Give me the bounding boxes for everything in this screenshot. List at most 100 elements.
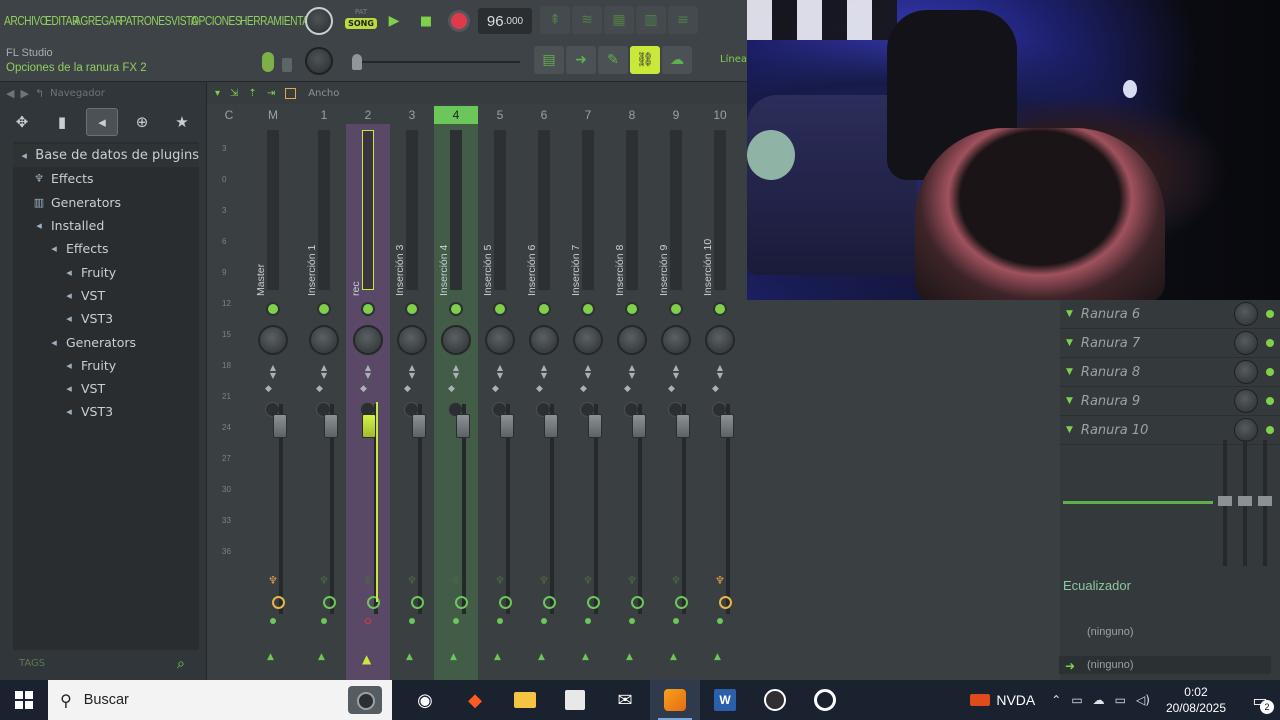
snap-icon[interactable]: ⇞ (540, 6, 570, 34)
strip-enable-led[interactable] (319, 304, 329, 314)
separation-icon[interactable]: ◆ (580, 384, 587, 394)
mixer-up-icon[interactable]: ⇡ (248, 88, 256, 99)
slot-enable-led[interactable] (1266, 426, 1274, 434)
taskbar-search-box[interactable]: ⚲ Buscar (48, 680, 392, 720)
latency-clock-icon[interactable] (272, 596, 285, 609)
tree-item-effects-vst3[interactable]: ◂ VST3 (13, 307, 199, 330)
pat-song-toggle[interactable]: PAT SONG (345, 8, 377, 36)
pan-knob[interactable] (353, 325, 383, 355)
arm-bulb-icon[interactable]: ♆ (268, 574, 278, 587)
volume-fader[interactable] (412, 414, 426, 438)
store-app[interactable] (550, 680, 600, 720)
strip-enable-led[interactable] (268, 304, 278, 314)
fx-slot-6[interactable]: ▼ Ranura 6 (1060, 300, 1280, 329)
stereo-arrows-icon[interactable]: ▲ ▼ (538, 364, 550, 380)
strip-name[interactable]: rec (350, 136, 362, 296)
mixer-strip-2[interactable]: 2 rec ▲ ▼ ◆ ♆ ▲ (346, 106, 390, 680)
strip-enable-led[interactable] (495, 304, 505, 314)
recorder-app[interactable] (800, 680, 850, 720)
strip-name[interactable]: Inserción 4 (438, 136, 450, 296)
send-arrow-icon[interactable]: ▲ (626, 652, 633, 662)
strip-enable-led[interactable] (363, 304, 373, 314)
pan-knob[interactable] (529, 325, 559, 355)
mixer-strip-1[interactable]: 1 Inserción 1 ▲ ▼ ◆ ♆ ▲ (302, 106, 346, 680)
stereo-arrows-icon[interactable]: ▲ ▼ (714, 364, 726, 380)
tree-item-installed[interactable]: ◂ Installed (13, 214, 199, 237)
record-arm-dot[interactable] (585, 618, 591, 624)
tree-item-generators-vst[interactable]: ◂ VST (13, 377, 199, 400)
arrow-right-icon[interactable]: ➜ (566, 46, 596, 74)
send-arrow-icon[interactable]: ▲ (362, 652, 371, 666)
separation-icon[interactable]: ◆ (265, 384, 272, 394)
strip-name[interactable]: Inserción 5 (482, 136, 494, 296)
strip-enable-led[interactable] (627, 304, 637, 314)
slot-mix-knob[interactable] (1234, 389, 1258, 413)
latency-clock-icon[interactable] (675, 596, 688, 609)
fx-slot-8[interactable]: ▼ Ranura 8 (1060, 358, 1280, 387)
record-arm-dot[interactable] (409, 618, 415, 624)
arm-bulb-icon[interactable]: ♆ (715, 574, 725, 587)
send-arrow-icon[interactable]: ▲ (450, 652, 457, 662)
search-highlight-icon[interactable] (348, 686, 382, 714)
separation-icon[interactable]: ◆ (712, 384, 719, 394)
pan-knob[interactable] (309, 325, 339, 355)
send-arrow-icon[interactable]: ▲ (714, 652, 721, 662)
chevron-up-icon[interactable]: ⌃ (1051, 693, 1061, 707)
pan-knob[interactable] (705, 325, 735, 355)
piano-roll-icon[interactable]: ▥ (636, 6, 666, 34)
strip-name[interactable]: Master (255, 136, 267, 296)
volume-fader[interactable] (676, 414, 690, 438)
pan-knob[interactable] (485, 325, 515, 355)
volume-fader[interactable] (588, 414, 602, 438)
arm-bulb-icon[interactable]: ♆ (407, 574, 417, 587)
strip-enable-led[interactable] (671, 304, 681, 314)
strip-name[interactable]: Inserción 7 (570, 136, 582, 296)
menu-agregar[interactable]: AGREGAR (74, 14, 122, 28)
send-arrow-icon[interactable]: ▲ (318, 652, 325, 662)
obs-app[interactable] (750, 680, 800, 720)
volume-fader[interactable] (362, 414, 376, 438)
tree-item-effects[interactable]: ♆ Effects (13, 167, 199, 190)
play-button[interactable]: ▶ (380, 8, 408, 34)
record-arm-dot[interactable] (541, 618, 547, 624)
arm-bulb-icon[interactable]: ♆ (319, 574, 329, 587)
mixer-strip-5[interactable]: 5 Inserción 5 ▲ ▼ ◆ ♆ ▲ (478, 106, 522, 680)
strip-name[interactable]: Inserción 9 (658, 136, 670, 296)
mixer-menu-arrow-icon[interactable]: ▾ (215, 88, 220, 99)
tempo-display[interactable]: 96.000 (478, 8, 532, 34)
volume-fader[interactable] (544, 414, 558, 438)
mail-app[interactable]: ✉ (600, 680, 650, 720)
tab-files-icon[interactable]: ▮ (46, 108, 78, 136)
menu-patrones[interactable]: PATRONES (120, 14, 171, 28)
device-icon[interactable]: ▭ (1071, 693, 1082, 707)
step-seq-icon[interactable]: ▦ (604, 6, 634, 34)
file-explorer-app[interactable] (500, 680, 550, 720)
send-arrow-icon[interactable]: ▲ (670, 652, 677, 662)
audio-input-select[interactable]: (ninguno) (1087, 626, 1133, 638)
arm-bulb-icon[interactable]: ♆ (583, 574, 593, 587)
stop-button[interactable]: ■ (412, 8, 440, 34)
tab-favorites-icon[interactable]: ★ (166, 108, 198, 136)
record-arm-dot[interactable] (453, 618, 459, 624)
arm-bulb-icon[interactable]: ♆ (627, 574, 637, 587)
strip-name[interactable]: Inserción 8 (614, 136, 626, 296)
volume-fader[interactable] (720, 414, 734, 438)
send-arrow-icon[interactable]: ▲ (582, 652, 589, 662)
slot-enable-led[interactable] (1266, 339, 1274, 347)
mixer-strip-c[interactable]: C (207, 106, 251, 680)
fl-studio-app[interactable] (650, 680, 700, 720)
arm-bulb-icon[interactable]: ♆ (363, 574, 373, 587)
slot-enable-led[interactable] (1266, 368, 1274, 376)
latency-clock-icon[interactable] (323, 596, 336, 609)
latency-clock-icon[interactable] (631, 596, 644, 609)
volume-fader[interactable] (324, 414, 338, 438)
steam-app[interactable]: ◉ (400, 680, 450, 720)
stereo-arrows-icon[interactable]: ▲ ▼ (582, 364, 594, 380)
send-arrow-icon[interactable]: ▲ (494, 652, 501, 662)
menu-archivo[interactable]: ARCHIVO (4, 14, 48, 28)
tree-item-installed-effects[interactable]: ◂ Effects (13, 237, 199, 260)
record-arm-dot[interactable] (717, 618, 723, 624)
volume-fader[interactable] (500, 414, 514, 438)
strip-enable-led[interactable] (715, 304, 725, 314)
playlist-button-icon[interactable]: ▤ (534, 46, 564, 74)
